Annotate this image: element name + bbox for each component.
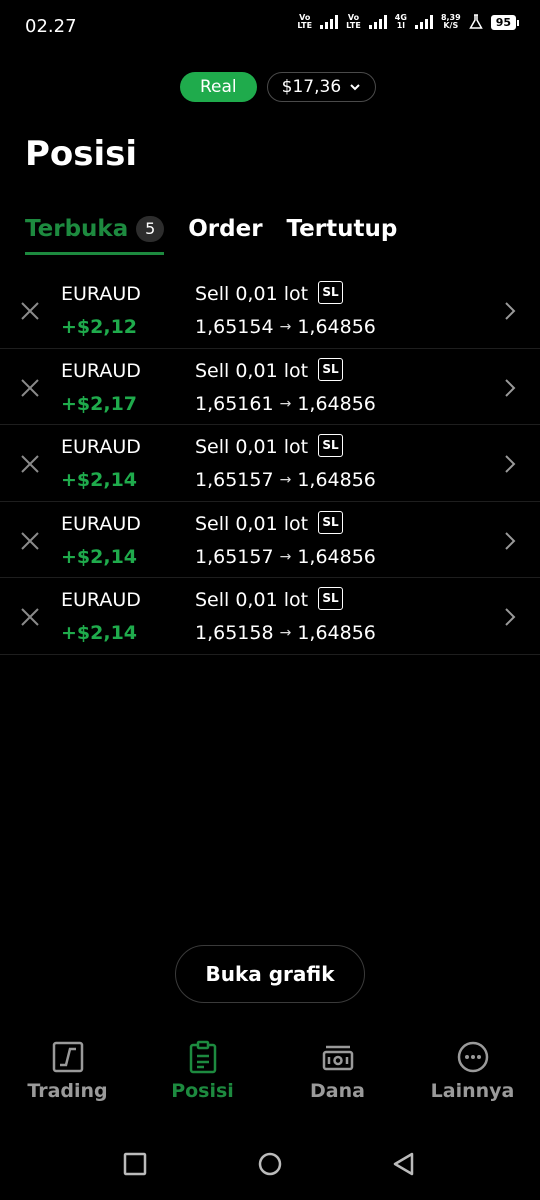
balance-value: $17,36 (281, 76, 342, 97)
status-bar: 02.27 Vo LTE Vo LTE 4G 1l 8,39 K/S 95 (0, 0, 540, 56)
account-selector: Real $17,36 (180, 72, 377, 102)
position-symbol: EURAUD (61, 589, 141, 611)
chevron-right-icon[interactable] (504, 607, 516, 627)
nav-more-label: Lainnya (430, 1080, 515, 1102)
position-symbol: EURAUD (61, 283, 141, 305)
tab-open-label: Terbuka (25, 216, 129, 242)
signal-1-icon (320, 15, 339, 29)
positions-list: EURAUD +$2,12 Sell 0,01 lot SL 1,65154 →… (0, 272, 540, 655)
chevron-down-icon (350, 84, 360, 91)
nav-positions-label: Posisi (171, 1080, 234, 1102)
open-price: 1,65158 (195, 622, 274, 644)
current-price: 1,64856 (297, 316, 376, 338)
position-row[interactable]: EURAUD +$2,14 Sell 0,01 lot SL 1,65158 →… (0, 578, 540, 655)
position-pnl: +$2,14 (61, 545, 138, 568)
current-price: 1,64856 (297, 392, 376, 415)
nav-trading-label: Trading (27, 1080, 108, 1102)
nav-positions[interactable]: Posisi (135, 1040, 270, 1120)
arrow-right-icon: → (279, 472, 292, 488)
open-chart-button[interactable]: Buka grafik (175, 945, 365, 1003)
position-prices: 1,65154 → 1,64856 (195, 316, 376, 338)
tab-order[interactable]: Order (188, 210, 262, 248)
tab-open[interactable]: Terbuka 5 (25, 210, 165, 255)
current-price: 1,64856 (297, 469, 376, 491)
open-count-badge: 5 (136, 216, 165, 242)
nav-trading[interactable]: Trading (0, 1040, 135, 1120)
chevron-right-icon[interactable] (504, 378, 516, 398)
open-price: 1,65157 (195, 545, 274, 568)
more-icon (457, 1041, 488, 1073)
open-price: 1,65154 (195, 316, 274, 338)
system-nav-bar (0, 1140, 540, 1190)
position-prices: 1,65157 → 1,64856 (195, 469, 376, 491)
cash-icon (322, 1045, 353, 1071)
volte-2-icon: Vo LTE (346, 13, 361, 30)
position-symbol: EURAUD (61, 512, 141, 535)
volte-1-icon: Vo LTE (297, 13, 313, 30)
position-row[interactable]: EURAUD +$2,14 Sell 0,01 lot SL 1,65157 →… (0, 502, 540, 578)
position-symbol: EURAUD (61, 359, 141, 382)
arrow-right-icon: → (279, 319, 292, 335)
close-icon[interactable] (20, 378, 40, 398)
arrow-right-icon: → (279, 548, 292, 565)
stop-loss-badge: SL (318, 510, 343, 534)
chevron-right-icon[interactable] (504, 454, 516, 474)
chart-icon (52, 1041, 83, 1073)
signal-2-icon (368, 15, 387, 29)
balance-dropdown[interactable]: $17,36 (266, 72, 377, 102)
position-prices: 1,65157 → 1,64856 (195, 546, 376, 568)
back-icon[interactable] (392, 1152, 416, 1180)
close-icon[interactable] (20, 607, 40, 627)
position-order: Sell 0,01 lot (195, 283, 309, 305)
arrow-right-icon: → (279, 395, 292, 412)
position-row[interactable]: EURAUD +$2,17 Sell 0,01 lot SL 1,65161 →… (0, 349, 540, 425)
position-pnl: +$2,14 (61, 469, 138, 491)
position-pnl: +$2,17 (61, 392, 138, 415)
open-price: 1,65157 (195, 469, 274, 491)
position-order: Sell 0,01 lot (195, 512, 309, 535)
clipboard-icon (189, 1040, 216, 1074)
nav-funds[interactable]: Dana (270, 1040, 405, 1120)
flask-icon (468, 14, 483, 29)
battery-icon: 95 (490, 14, 520, 30)
signal-3-icon (414, 15, 433, 29)
home-icon[interactable] (258, 1152, 282, 1180)
status-icons: Vo LTE Vo LTE 4G 1l 8,39 K/S 95 (297, 13, 520, 30)
close-icon[interactable] (20, 301, 40, 321)
account-type-badge[interactable]: Real (180, 72, 257, 102)
position-row[interactable]: EURAUD +$2,14 Sell 0,01 lot SL 1,65157 →… (0, 425, 540, 502)
current-price: 1,64856 (297, 622, 376, 644)
position-row[interactable]: EURAUD +$2,12 Sell 0,01 lot SL 1,65154 →… (0, 272, 540, 349)
position-prices: 1,65161 → 1,64856 (195, 393, 376, 415)
stop-loss-badge: SL (318, 281, 343, 304)
position-order: Sell 0,01 lot (195, 589, 309, 611)
position-pnl: +$2,12 (61, 316, 138, 338)
close-icon[interactable] (20, 454, 40, 474)
position-order: Sell 0,01 lot (195, 359, 309, 382)
position-prices: 1,65158 → 1,64856 (195, 622, 376, 644)
nav-more[interactable]: Lainnya (405, 1040, 540, 1120)
position-pnl: +$2,14 (61, 622, 138, 644)
positions-tabs: Terbuka 5 Order Tertutup (25, 210, 421, 255)
close-icon[interactable] (20, 531, 40, 551)
network-4g-icon: 4G 1l (394, 13, 407, 30)
arrow-right-icon: → (279, 625, 292, 641)
status-time: 02.27 (25, 16, 77, 37)
stop-loss-badge: SL (318, 357, 343, 381)
position-symbol: EURAUD (61, 436, 141, 458)
chevron-right-icon[interactable] (504, 531, 516, 551)
position-order: Sell 0,01 lot (195, 436, 309, 458)
net-speed: 8,39 K/S (440, 13, 461, 30)
chevron-right-icon[interactable] (504, 301, 516, 321)
page-title: Posisi (25, 134, 138, 174)
current-price: 1,64856 (297, 545, 376, 568)
recents-icon[interactable] (123, 1152, 147, 1180)
bottom-nav: Trading Posisi Dana Lainnya (0, 1040, 540, 1120)
nav-funds-label: Dana (310, 1080, 365, 1102)
open-price: 1,65161 (195, 392, 274, 415)
stop-loss-badge: SL (318, 434, 343, 457)
tab-closed[interactable]: Tertutup (287, 210, 398, 248)
stop-loss-badge: SL (318, 587, 343, 610)
